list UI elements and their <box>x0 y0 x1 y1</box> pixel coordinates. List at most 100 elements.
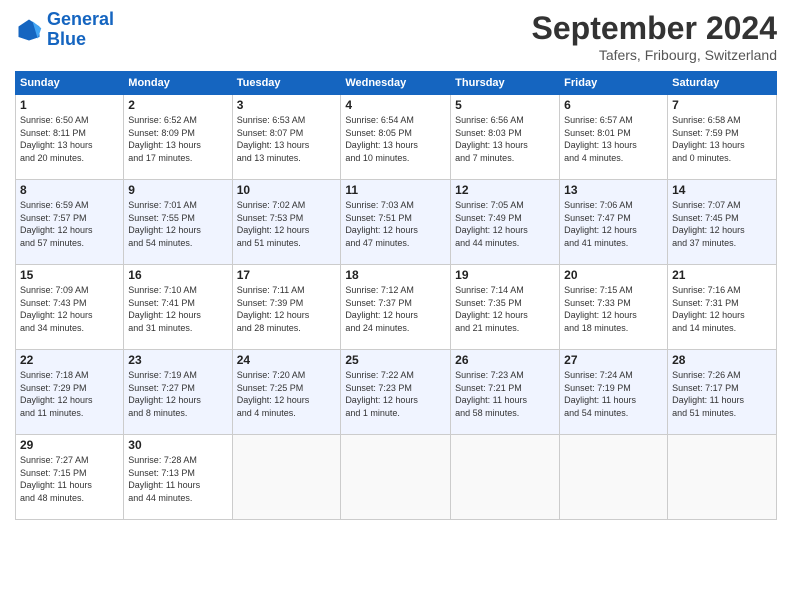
day-info: Sunrise: 7:03 AM Sunset: 7:51 PM Dayligh… <box>345 199 446 249</box>
day-info: Sunrise: 7:12 AM Sunset: 7:37 PM Dayligh… <box>345 284 446 334</box>
day-info: Sunrise: 7:02 AM Sunset: 7:53 PM Dayligh… <box>237 199 337 249</box>
calendar-header-row: SundayMondayTuesdayWednesdayThursdayFrid… <box>16 72 777 95</box>
calendar-day-cell <box>232 435 341 520</box>
calendar-day-cell: 12Sunrise: 7:05 AM Sunset: 7:49 PM Dayli… <box>451 180 560 265</box>
logo-icon <box>15 16 43 44</box>
day-number: 3 <box>237 98 337 112</box>
calendar-week-row: 29 Sunrise: 7:27 AM Sunset: 7:15 PM Dayli… <box>16 435 777 520</box>
day-number: 2 <box>128 98 227 112</box>
day-number: 8 <box>20 183 119 197</box>
day-number: 13 <box>564 183 663 197</box>
calendar-day-cell: 13Sunrise: 7:06 AM Sunset: 7:47 PM Dayli… <box>560 180 668 265</box>
day-info: Sunrise: 7:26 AM Sunset: 7:17 PM Dayligh… <box>672 369 772 419</box>
calendar-week-row: 22Sunrise: 7:18 AM Sunset: 7:29 PM Dayli… <box>16 350 777 435</box>
day-number: 1 <box>20 98 119 112</box>
day-info: Sunrise: 7:07 AM Sunset: 7:45 PM Dayligh… <box>672 199 772 249</box>
month-title: September 2024 <box>532 10 777 47</box>
day-info: Sunrise: 7:27 AM Sunset: 7:15 PM Dayligh… <box>20 454 119 504</box>
calendar-day-cell: 2 Sunrise: 6:52 AM Sunset: 8:09 PM Daylig… <box>124 95 232 180</box>
calendar-day-cell <box>668 435 777 520</box>
day-info: Sunrise: 7:28 AM Sunset: 7:13 PM Dayligh… <box>128 454 227 504</box>
calendar-day-cell: 21Sunrise: 7:16 AM Sunset: 7:31 PM Dayli… <box>668 265 777 350</box>
calendar-day-cell: 6 Sunrise: 6:57 AM Sunset: 8:01 PM Daylig… <box>560 95 668 180</box>
day-number: 24 <box>237 353 337 367</box>
day-number: 7 <box>672 98 772 112</box>
day-number: 16 <box>128 268 227 282</box>
day-number: 19 <box>455 268 555 282</box>
day-info: Sunrise: 7:20 AM Sunset: 7:25 PM Dayligh… <box>237 369 337 419</box>
day-info: Sunrise: 7:23 AM Sunset: 7:21 PM Dayligh… <box>455 369 555 419</box>
page: General Blue September 2024 Tafers, Frib… <box>0 0 792 612</box>
day-info: Sunrise: 7:19 AM Sunset: 7:27 PM Dayligh… <box>128 369 227 419</box>
calendar-day-cell: 29 Sunrise: 7:27 AM Sunset: 7:15 PM Dayli… <box>16 435 124 520</box>
calendar-day-cell: 22Sunrise: 7:18 AM Sunset: 7:29 PM Dayli… <box>16 350 124 435</box>
weekday-header: Friday <box>560 72 668 95</box>
calendar-day-cell: 19 Sunrise: 7:14 AM Sunset: 7:35 PM Dayli… <box>451 265 560 350</box>
day-number: 26 <box>455 353 555 367</box>
day-number: 30 <box>128 438 227 452</box>
day-info: Sunrise: 7:01 AM Sunset: 7:55 PM Dayligh… <box>128 199 227 249</box>
calendar-week-row: 15 Sunrise: 7:09 AM Sunset: 7:43 PM Dayli… <box>16 265 777 350</box>
calendar-day-cell: 14 Sunrise: 7:07 AM Sunset: 7:45 PM Dayli… <box>668 180 777 265</box>
weekday-header: Monday <box>124 72 232 95</box>
day-number: 15 <box>20 268 119 282</box>
calendar-day-cell: 10Sunrise: 7:02 AM Sunset: 7:53 PM Dayli… <box>232 180 341 265</box>
day-info: Sunrise: 6:50 AM Sunset: 8:11 PM Dayligh… <box>20 114 119 164</box>
day-info: Sunrise: 6:57 AM Sunset: 8:01 PM Dayligh… <box>564 114 663 164</box>
calendar-day-cell: 16Sunrise: 7:10 AM Sunset: 7:41 PM Dayli… <box>124 265 232 350</box>
weekday-header: Tuesday <box>232 72 341 95</box>
day-number: 29 <box>20 438 119 452</box>
day-info: Sunrise: 6:59 AM Sunset: 7:57 PM Dayligh… <box>20 199 119 249</box>
day-number: 23 <box>128 353 227 367</box>
calendar-day-cell: 24 Sunrise: 7:20 AM Sunset: 7:25 PM Dayli… <box>232 350 341 435</box>
calendar-day-cell: 18Sunrise: 7:12 AM Sunset: 7:37 PM Dayli… <box>341 265 451 350</box>
logo: General Blue <box>15 10 114 50</box>
day-number: 27 <box>564 353 663 367</box>
calendar-week-row: 8 Sunrise: 6:59 AM Sunset: 7:57 PM Daylig… <box>16 180 777 265</box>
calendar-day-cell: 15 Sunrise: 7:09 AM Sunset: 7:43 PM Dayli… <box>16 265 124 350</box>
calendar-day-cell: 27 Sunrise: 7:24 AM Sunset: 7:19 PM Dayli… <box>560 350 668 435</box>
day-number: 11 <box>345 183 446 197</box>
day-number: 5 <box>455 98 555 112</box>
calendar-day-cell: 30 Sunrise: 7:28 AM Sunset: 7:13 PM Dayli… <box>124 435 232 520</box>
calendar-day-cell <box>451 435 560 520</box>
day-info: Sunrise: 6:52 AM Sunset: 8:09 PM Dayligh… <box>128 114 227 164</box>
calendar-day-cell: 17 Sunrise: 7:11 AM Sunset: 7:39 PM Dayli… <box>232 265 341 350</box>
calendar-day-cell: 8 Sunrise: 6:59 AM Sunset: 7:57 PM Daylig… <box>16 180 124 265</box>
calendar-day-cell: 26 Sunrise: 7:23 AM Sunset: 7:21 PM Dayli… <box>451 350 560 435</box>
calendar-week-row: 1 Sunrise: 6:50 AM Sunset: 8:11 PM Daylig… <box>16 95 777 180</box>
day-number: 12 <box>455 183 555 197</box>
day-info: Sunrise: 7:18 AM Sunset: 7:29 PM Dayligh… <box>20 369 119 419</box>
day-info: Sunrise: 7:15 AM Sunset: 7:33 PM Dayligh… <box>564 284 663 334</box>
day-info: Sunrise: 7:11 AM Sunset: 7:39 PM Dayligh… <box>237 284 337 334</box>
weekday-header: Saturday <box>668 72 777 95</box>
calendar-day-cell: 11 Sunrise: 7:03 AM Sunset: 7:51 PM Dayli… <box>341 180 451 265</box>
day-info: Sunrise: 7:09 AM Sunset: 7:43 PM Dayligh… <box>20 284 119 334</box>
day-info: Sunrise: 7:24 AM Sunset: 7:19 PM Dayligh… <box>564 369 663 419</box>
calendar-day-cell: 23 Sunrise: 7:19 AM Sunset: 7:27 PM Dayli… <box>124 350 232 435</box>
day-number: 28 <box>672 353 772 367</box>
day-info: Sunrise: 6:54 AM Sunset: 8:05 PM Dayligh… <box>345 114 446 164</box>
day-info: Sunrise: 6:56 AM Sunset: 8:03 PM Dayligh… <box>455 114 555 164</box>
calendar-day-cell: 7Sunrise: 6:58 AM Sunset: 7:59 PM Daylig… <box>668 95 777 180</box>
calendar-day-cell: 20 Sunrise: 7:15 AM Sunset: 7:33 PM Dayli… <box>560 265 668 350</box>
calendar-table: SundayMondayTuesdayWednesdayThursdayFrid… <box>15 71 777 520</box>
day-number: 20 <box>564 268 663 282</box>
day-number: 4 <box>345 98 446 112</box>
title-block: September 2024 Tafers, Fribourg, Switzer… <box>532 10 777 63</box>
day-info: Sunrise: 7:22 AM Sunset: 7:23 PM Dayligh… <box>345 369 446 419</box>
logo-text: General Blue <box>47 10 114 50</box>
day-info: Sunrise: 7:14 AM Sunset: 7:35 PM Dayligh… <box>455 284 555 334</box>
header: General Blue September 2024 Tafers, Frib… <box>15 10 777 63</box>
logo-general: General <box>47 9 114 29</box>
calendar-day-cell: 5 Sunrise: 6:56 AM Sunset: 8:03 PM Daylig… <box>451 95 560 180</box>
day-number: 6 <box>564 98 663 112</box>
calendar-day-cell: 3Sunrise: 6:53 AM Sunset: 8:07 PM Daylig… <box>232 95 341 180</box>
day-number: 25 <box>345 353 446 367</box>
day-number: 14 <box>672 183 772 197</box>
day-number: 17 <box>237 268 337 282</box>
calendar-day-cell: 28 Sunrise: 7:26 AM Sunset: 7:17 PM Dayli… <box>668 350 777 435</box>
logo-blue: Blue <box>47 29 86 49</box>
weekday-header: Wednesday <box>341 72 451 95</box>
calendar-day-cell: 1 Sunrise: 6:50 AM Sunset: 8:11 PM Daylig… <box>16 95 124 180</box>
